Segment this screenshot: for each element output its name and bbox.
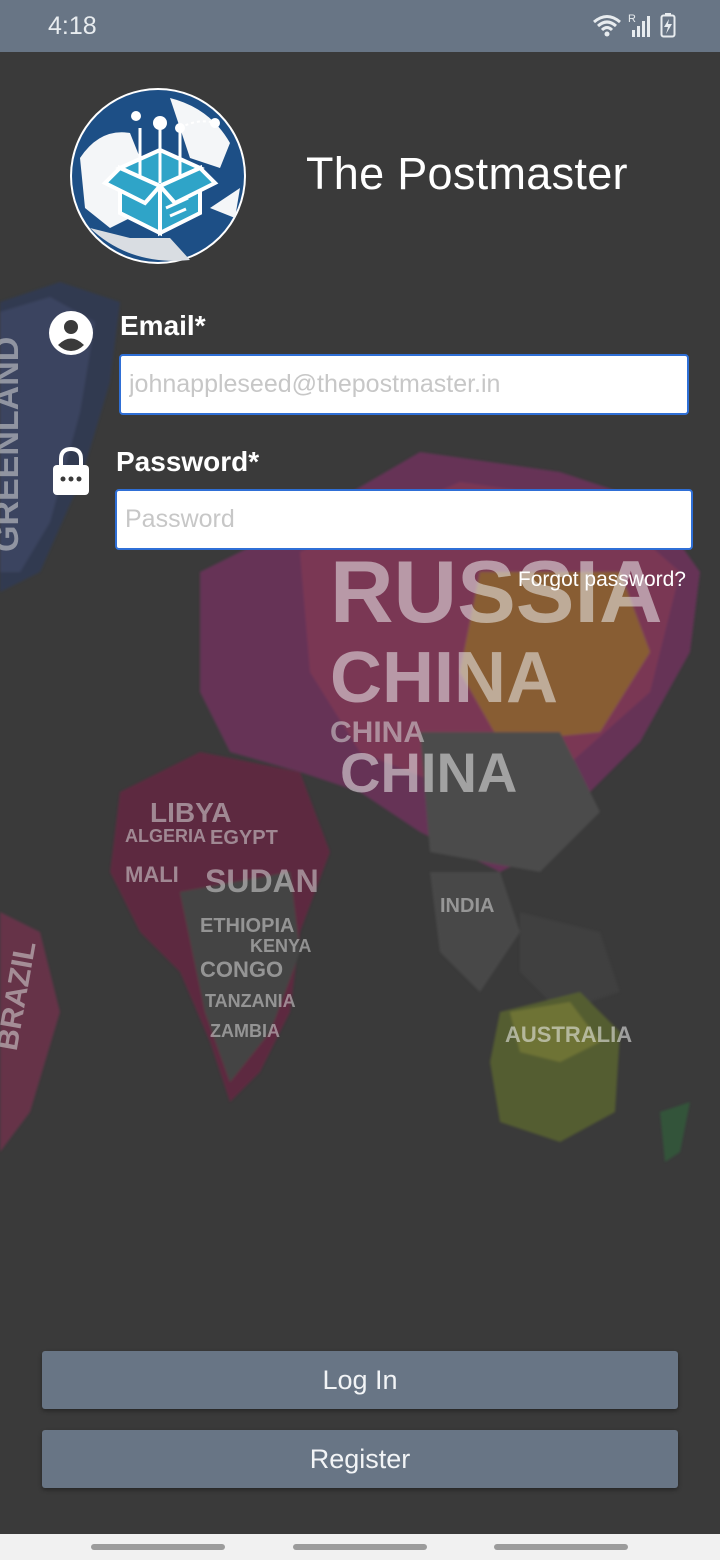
signal-icon: R	[628, 13, 650, 37]
wifi-icon	[593, 15, 621, 37]
map-word: SUDAN	[205, 863, 319, 899]
password-label: Password*	[116, 446, 260, 477]
app-title: The Postmaster	[306, 148, 628, 199]
status-bar: 4:18 R	[0, 0, 720, 52]
login-screen: GREENLAND RUSSIA CHINA CHINA CHINA LIBYA…	[0, 52, 720, 1534]
map-word: LIBYA	[150, 797, 231, 828]
map-word: ALGERIA	[125, 826, 206, 846]
network-letter: R	[628, 13, 636, 25]
world-map-background: GREENLAND RUSSIA CHINA CHINA CHINA LIBYA…	[0, 282, 700, 1162]
map-word: CHINA	[330, 638, 558, 718]
map-word: AUSTRALIA	[505, 1022, 632, 1047]
nav-home-handle[interactable]	[293, 1544, 427, 1550]
password-field[interactable]	[115, 489, 693, 550]
status-icons: R	[592, 12, 676, 38]
battery-icon	[660, 13, 676, 38]
map-word: GREENLAND	[0, 337, 26, 552]
app-logo	[70, 88, 246, 264]
map-word: INDIA	[440, 895, 494, 917]
nav-back-handle[interactable]	[494, 1544, 628, 1550]
map-word: TANZANIA	[205, 991, 296, 1011]
email-field[interactable]	[119, 354, 689, 415]
map-word: CONGO	[200, 957, 283, 982]
register-button[interactable]: Register	[42, 1430, 678, 1488]
map-word: CHINA	[340, 741, 517, 804]
lock-icon	[53, 446, 89, 495]
login-button[interactable]: Log In	[42, 1351, 678, 1409]
map-word: EGYPT	[210, 827, 278, 849]
map-word: ETHIOPIA	[200, 915, 294, 937]
map-word: MALI	[125, 862, 179, 887]
nav-recents-handle[interactable]	[91, 1544, 225, 1550]
forgot-password-link[interactable]: Forgot password?	[518, 568, 686, 592]
navigation-bar	[0, 1534, 720, 1560]
map-word: KENYA	[250, 936, 311, 956]
map-word: ZAMBIA	[210, 1021, 280, 1041]
status-time: 4:18	[48, 12, 97, 40]
email-label: Email*	[120, 310, 206, 341]
user-circle-icon	[49, 311, 93, 355]
